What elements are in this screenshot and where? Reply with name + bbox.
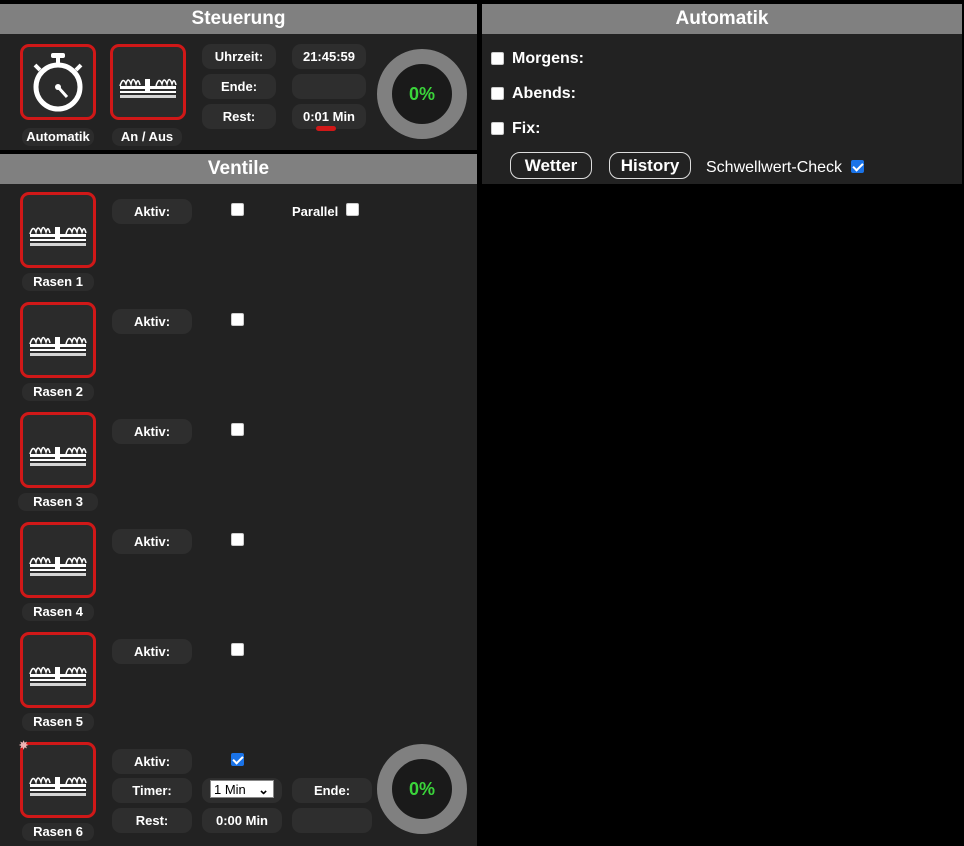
sprinkler-grass-icon — [29, 556, 87, 577]
sprinkler-grass-icon — [29, 226, 87, 247]
ende-value — [292, 74, 366, 99]
an-aus-label: An / Aus — [112, 128, 182, 146]
progress-value: 0% — [408, 83, 435, 104]
valve-button[interactable] — [20, 412, 96, 488]
timer-field: 1 Min ⌄ — [202, 778, 282, 803]
valve-button[interactable] — [20, 302, 96, 378]
valve-progress-value: 0% — [408, 778, 435, 799]
aktiv-checkbox[interactable] — [231, 423, 244, 436]
sprinkler-grass-icon — [29, 776, 87, 797]
aktiv-checkbox[interactable] — [231, 533, 244, 546]
ende-label: Ende: — [202, 74, 276, 99]
aktiv-label: Aktiv: — [112, 749, 192, 774]
aktiv-label: Aktiv: — [112, 529, 192, 554]
ende-value-6 — [292, 808, 372, 833]
valve-button[interactable] — [20, 522, 96, 598]
valve-button[interactable] — [20, 742, 96, 818]
ventile-panel: Ventile Rasen 1 Aktiv: Rasen 2 Aktiv: Ra… — [0, 154, 477, 846]
aktiv-checkbox[interactable] — [231, 203, 244, 216]
abends-checkbox[interactable] — [491, 87, 504, 100]
valve-button[interactable] — [20, 192, 96, 268]
valve-name: Rasen 5 — [22, 713, 94, 731]
timer-select-value: 1 Min — [214, 782, 246, 797]
schwellwert-checkbox[interactable] — [851, 160, 864, 173]
sprinkler-grass-icon — [29, 336, 87, 357]
aktiv-checkbox[interactable] — [231, 643, 244, 656]
rest-progress-bar — [316, 126, 336, 131]
valve-progress-donut: 0% — [377, 744, 467, 834]
steuerung-title: Steuerung — [0, 4, 477, 34]
sprinkler-grass-icon — [29, 666, 87, 687]
schwellwert-label: Schwellwert-Check — [706, 159, 843, 176]
aktiv-checkbox[interactable] — [231, 313, 244, 326]
aktiv-label: Aktiv: — [112, 639, 192, 664]
automatik-title: Automatik — [482, 4, 962, 34]
parallel-checkbox[interactable] — [346, 203, 359, 216]
automatik-button[interactable] — [20, 44, 96, 120]
automatik-label: Automatik — [22, 128, 94, 146]
parallel-label: Parallel — [292, 204, 339, 219]
sprinkler-grass-icon — [119, 78, 177, 99]
chevron-down-icon: ⌄ — [258, 782, 269, 797]
valve-name: Rasen 4 — [22, 603, 94, 621]
uhrzeit-value: 21:45:59 — [292, 44, 366, 69]
valve-name: Rasen 3 — [18, 493, 98, 511]
sprinkler-grass-icon — [29, 446, 87, 467]
fix-checkbox[interactable] — [491, 122, 504, 135]
aktiv-label: Aktiv: — [112, 309, 192, 334]
stopwatch-icon — [33, 53, 83, 112]
uhrzeit-label: Uhrzeit: — [202, 44, 276, 69]
gear-icon: ✵ — [19, 740, 29, 752]
rest-label-6: Rest: — [112, 808, 192, 833]
morgens-checkbox[interactable] — [491, 52, 504, 65]
history-button[interactable]: History — [609, 152, 691, 179]
timer-select[interactable]: 1 Min ⌄ — [210, 780, 274, 798]
wetter-button[interactable]: Wetter — [510, 152, 592, 179]
morgens-label: Morgens: — [512, 50, 584, 67]
abends-label: Abends: — [512, 85, 576, 102]
progress-donut: 0% — [377, 49, 467, 139]
ventile-title: Ventile — [0, 154, 477, 184]
automatik-panel: Automatik Morgens: Abends: Fix: Wetter H… — [482, 4, 962, 184]
valve-button[interactable] — [20, 632, 96, 708]
valve-name: Rasen 1 — [22, 273, 94, 291]
an-aus-button[interactable] — [110, 44, 186, 120]
timer-label: Timer: — [112, 778, 192, 803]
rest-label: Rest: — [202, 104, 276, 129]
steuerung-panel: Steuerung Automatik An / Aus Uhrzeit: 21… — [0, 4, 477, 150]
rest-value-6: 0:00 Min — [202, 808, 282, 833]
aktiv-label: Aktiv: — [112, 419, 192, 444]
aktiv-label: Aktiv: — [112, 199, 192, 224]
valve-name: Rasen 6 — [22, 823, 94, 841]
aktiv-checkbox[interactable] — [231, 753, 244, 766]
valve-name: Rasen 2 — [22, 383, 94, 401]
ende-label-6: Ende: — [292, 778, 372, 803]
fix-label: Fix: — [512, 120, 541, 137]
